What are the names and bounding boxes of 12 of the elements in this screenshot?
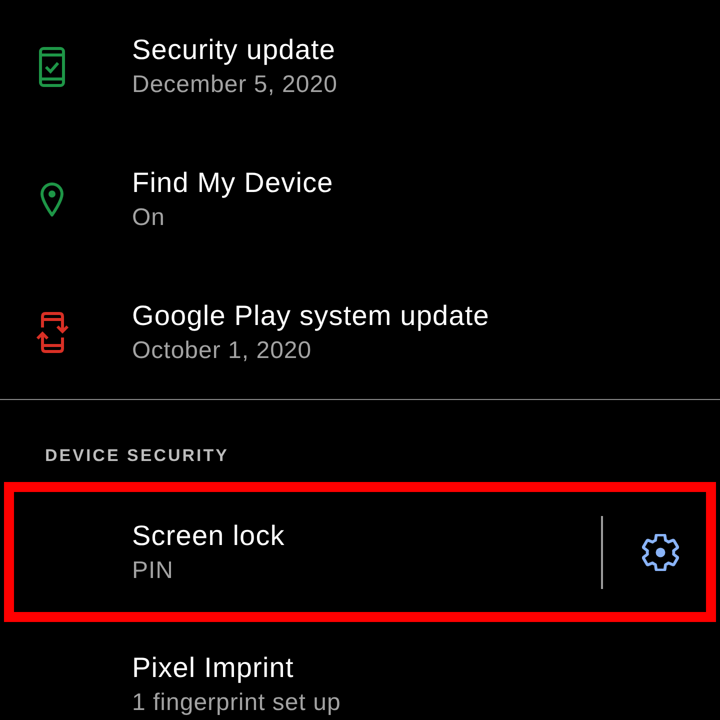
setting-title[interactable]: Security update	[132, 33, 336, 67]
setting-title[interactable]: Google Play system update	[132, 299, 490, 333]
setting-title[interactable]: Find My Device	[132, 166, 334, 200]
setting-title[interactable]: Pixel Imprint	[132, 651, 294, 685]
setting-summary: October 1, 2020	[132, 336, 312, 366]
settings-icon	[642, 534, 678, 570]
section-heading: DEVICE SECURITY	[45, 446, 229, 466]
setting-summary: 1 fingerprint set up	[132, 688, 341, 718]
setting-title[interactable]: Screen lock	[132, 518, 285, 552]
setting-summary: December 5, 2020	[132, 70, 338, 100]
setting-summary: PIN	[132, 556, 174, 586]
setting-summary: On	[132, 203, 166, 233]
